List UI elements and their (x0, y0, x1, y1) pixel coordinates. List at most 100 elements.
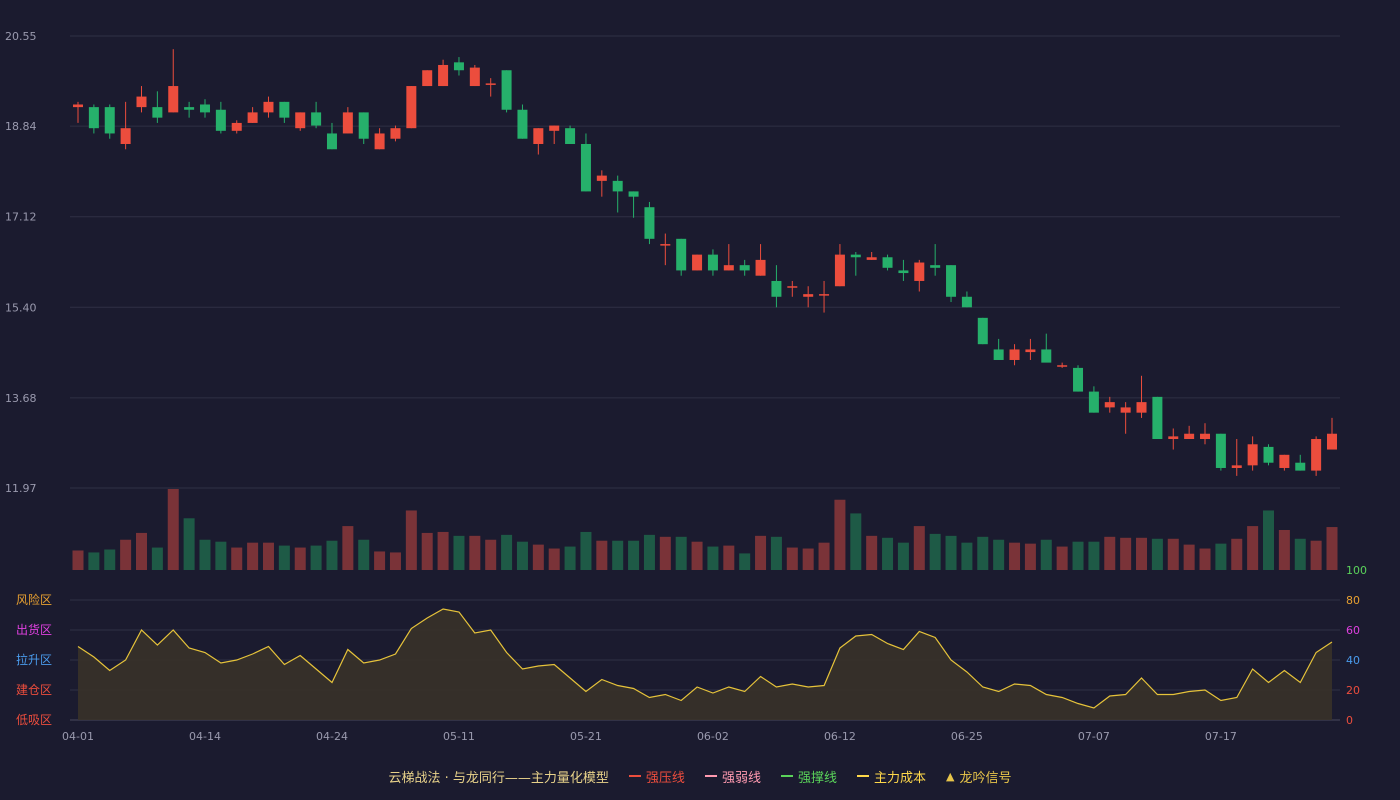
osc-tick-label: 100 (1346, 564, 1367, 577)
candle-body (1088, 391, 1099, 413)
osc-zone-label: 低吸区 (16, 713, 52, 727)
volume-bar (564, 546, 576, 570)
volume-bar (1247, 526, 1259, 570)
legend-label-support: 强撑线 (797, 770, 837, 786)
x-tick-label: 07-17 (1205, 730, 1237, 743)
candle-body (993, 349, 1004, 360)
price-tick-label: 18.84 (5, 120, 37, 133)
candle-body (866, 257, 877, 260)
candle-body (1025, 349, 1036, 353)
candle-body (517, 109, 528, 139)
osc-tick-label: 20 (1346, 684, 1360, 697)
candle-body (231, 122, 242, 131)
volume-bar (1183, 544, 1195, 570)
volume-bar (961, 542, 973, 570)
volume-bar (675, 536, 687, 570)
candle-body (803, 294, 814, 297)
volume-bar (532, 544, 544, 570)
candlestick-chart: 20.55 18.84 17.12 15.40 13.68 11.97 0 20 40 60 80 1… (5, 30, 1367, 743)
volume-bar (120, 539, 132, 570)
triangle-icon: ▲ (945, 769, 955, 783)
candle-body (1311, 439, 1322, 471)
candle-body (1231, 465, 1242, 468)
candle-body (882, 257, 893, 268)
candle-body (215, 109, 226, 131)
volume-bar (516, 541, 528, 570)
candle-body (961, 296, 972, 308)
candle-body (1120, 407, 1131, 413)
volume-bar (247, 542, 259, 570)
volume-bar (659, 536, 671, 570)
candle-body (739, 265, 750, 271)
candle-body (1295, 462, 1306, 471)
volume-bar (1199, 548, 1211, 570)
volume-bar (469, 535, 481, 570)
volume-bar (358, 539, 370, 570)
volume-bar (1072, 541, 1084, 570)
candle-body (1136, 402, 1147, 413)
candle-body (1057, 365, 1068, 367)
volume-bar (421, 532, 433, 570)
volume-bar (374, 551, 386, 570)
volume-bar (215, 541, 227, 570)
candle-body (88, 107, 99, 129)
candle-body (755, 259, 766, 276)
candle-body (406, 86, 417, 129)
volume-bar (151, 547, 163, 570)
osc-tick-label: 80 (1346, 594, 1360, 607)
volume-bar (723, 545, 735, 570)
candle-body (136, 96, 147, 108)
volume-bar (977, 536, 989, 570)
legend-swatch-support (780, 775, 793, 777)
candle-body (596, 175, 607, 181)
volume-bar (1263, 510, 1275, 570)
volume-bar (326, 540, 338, 570)
legend-swatch-strength (704, 775, 717, 777)
legend-item-signal: ▲ 龙吟信号 (946, 767, 1011, 786)
legend-item-support: 强撑线 (780, 767, 837, 786)
volume-bar (596, 540, 608, 570)
candle-body (914, 262, 925, 281)
candle-body (565, 128, 576, 144)
price-tick-label: 20.55 (5, 30, 37, 43)
candle-body (819, 294, 830, 296)
volume-bar (643, 534, 655, 570)
candle-body (453, 62, 464, 71)
volume-bar (389, 552, 401, 570)
volume-bar (1151, 538, 1163, 570)
candle-body (834, 254, 845, 287)
volume-bar (1310, 540, 1322, 570)
volume-bar (485, 539, 497, 570)
volume-bar (913, 526, 925, 570)
candle-body (501, 70, 512, 110)
candle-body (723, 265, 734, 271)
volume-bar (262, 542, 274, 570)
candle-body (152, 107, 163, 118)
candle-body (422, 70, 433, 87)
osc-area (78, 609, 1332, 720)
candle-body (930, 265, 941, 268)
legend-item-strength: 强弱线 (704, 767, 761, 786)
candle-body (644, 207, 655, 239)
volume-bar (199, 539, 211, 570)
volume-bar (834, 499, 846, 570)
volume-bar (628, 540, 640, 570)
candle-body (676, 238, 687, 271)
volume-bar (72, 550, 84, 570)
volume-bar (278, 545, 290, 570)
x-tick-label: 04-24 (316, 730, 348, 743)
legend-label-signal: 龙吟信号 (959, 770, 1012, 786)
candle-body (342, 112, 353, 134)
volume-bar (1009, 542, 1021, 570)
volume-bar (1104, 536, 1116, 570)
volume-bar (1040, 539, 1052, 570)
volume-bar (167, 489, 179, 570)
candle-body (692, 254, 703, 271)
volume-bar (1215, 543, 1227, 570)
candle-body (612, 180, 623, 192)
candle-body (263, 101, 274, 113)
candle-body (120, 128, 131, 144)
candle-body (898, 270, 909, 274)
candle-body (580, 143, 591, 192)
candle-body (1073, 367, 1084, 392)
